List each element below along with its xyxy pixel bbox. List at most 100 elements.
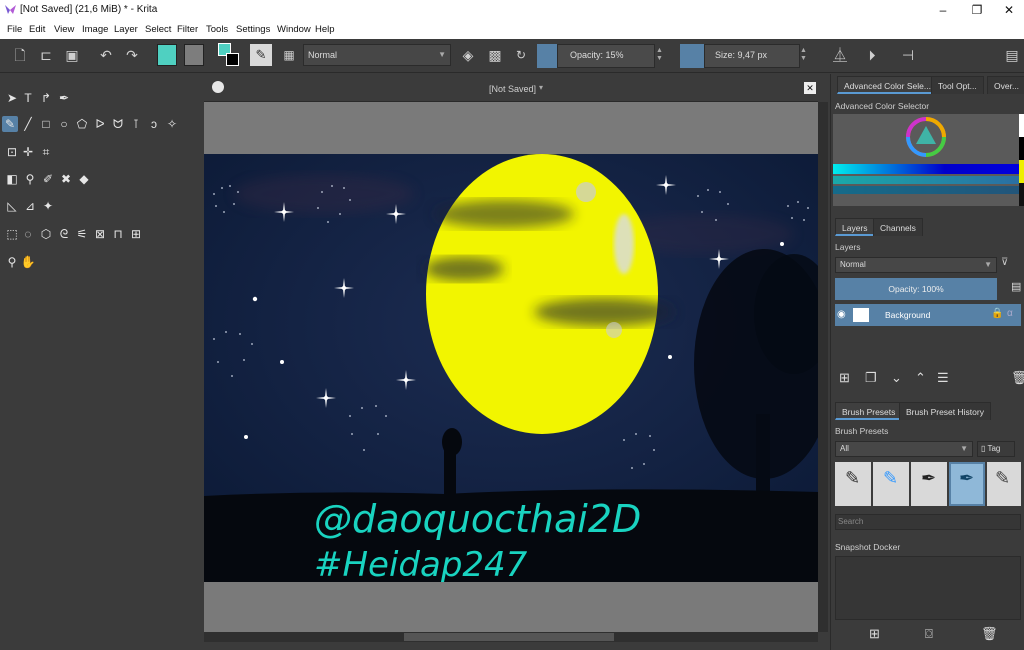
smart-patch-icon[interactable]: ✐ [40, 171, 56, 187]
maximize-button[interactable]: ❐ [962, 1, 992, 19]
horizontal-scrollbar-thumb[interactable] [404, 633, 614, 641]
brush-preset-item[interactable]: ✎ [873, 462, 909, 506]
brush-search-input[interactable]: Search [835, 514, 1021, 530]
add-snapshot-icon[interactable]: ⊞ [869, 626, 880, 642]
blend-mode-select[interactable]: Normal ▼ [303, 44, 451, 66]
close-button[interactable]: ✕ [994, 1, 1024, 19]
camera-icon[interactable]: ⌼ [925, 626, 933, 642]
rect-select-icon[interactable]: ⬚ [4, 226, 20, 242]
menu-edit[interactable]: Edit [29, 24, 45, 35]
brush-preset-item-selected[interactable]: ✒ [949, 462, 985, 506]
brush-preset-item[interactable]: ✎ [987, 462, 1021, 506]
bezier-select-icon[interactable]: ⊓ [110, 226, 126, 242]
bezier-tool-icon[interactable]: ᗢ [110, 116, 126, 132]
menu-file[interactable]: File [7, 24, 22, 35]
line-tool-icon[interactable]: ╱ [20, 116, 36, 132]
magnetic-select-icon[interactable]: ⊞ [128, 226, 144, 242]
dynamic-brush-icon[interactable]: ↄ [146, 116, 162, 132]
polyline-tool-icon[interactable]: ᐅ [92, 116, 108, 132]
menu-tools[interactable]: Tools [206, 24, 228, 35]
color-history-strip[interactable] [1019, 114, 1024, 206]
delete-snapshot-icon[interactable]: 🗑 [981, 626, 998, 642]
saturation-slider[interactable] [833, 176, 1019, 184]
add-layer-icon[interactable]: ⊞ [839, 370, 850, 386]
multibrush-icon[interactable]: ✧ [164, 116, 180, 132]
tab-overview[interactable]: Over... [987, 76, 1024, 94]
edit-shapes-icon[interactable]: ↱ [38, 90, 54, 106]
reload-preset-icon[interactable]: ↻ [511, 45, 531, 65]
menu-help[interactable]: Help [315, 24, 335, 35]
gradient-swatch[interactable] [157, 44, 177, 66]
layer-settings-icon[interactable]: ☰ [937, 370, 949, 386]
move-layer-up-icon[interactable]: ⌃ [915, 370, 926, 386]
color-selector-panel[interactable] [833, 114, 1019, 206]
visibility-eye-icon[interactable]: ◉ [837, 309, 846, 320]
size-spinner-icon[interactable]: ▲ ▼ [800, 47, 807, 63]
layer-opacity-slider[interactable]: Opacity: 100% [835, 278, 997, 300]
vertical-scrollbar[interactable] [818, 102, 828, 632]
mirror-horizontal-icon[interactable]: ⏅ [830, 45, 850, 65]
freehand-brush-icon[interactable]: ✎ [2, 116, 18, 132]
pattern-swatch[interactable] [184, 44, 204, 66]
layer-row-background[interactable]: ◉ Background 🔒 α [835, 304, 1021, 326]
transform-tool-icon[interactable]: ⊡ [4, 144, 20, 160]
freehand-path-icon[interactable]: ⊺ [128, 116, 144, 132]
hue-slider[interactable] [833, 164, 1019, 174]
text-tool-icon[interactable]: T [20, 90, 36, 106]
layer-blend-select[interactable]: Normal ▼ [835, 257, 997, 273]
freehand-select-icon[interactable]: ᘓ [56, 226, 72, 242]
tab-layers[interactable]: Layers [835, 218, 875, 236]
preserve-alpha-icon[interactable]: ▩ [485, 45, 505, 65]
measure-tool-icon[interactable]: ◺ [4, 198, 20, 214]
lock-icon[interactable]: 🔒 [991, 308, 1003, 319]
size-slider[interactable]: Size: 9,47 px [704, 44, 800, 68]
zoom-tool-icon[interactable]: ⚲ [4, 254, 20, 270]
tab-brush-history[interactable]: Brush Preset History [899, 402, 991, 420]
redo-icon[interactable]: ↷ [122, 45, 142, 65]
close-document-icon[interactable]: ✕ [804, 82, 816, 94]
tag-button[interactable]: ▯ Tag [977, 441, 1015, 457]
tab-channels[interactable]: Channels [873, 218, 923, 236]
move-tool-icon[interactable]: ✛ [20, 144, 36, 160]
color-wheel[interactable] [905, 116, 947, 158]
menu-filter[interactable]: Filter [177, 24, 198, 35]
menu-view[interactable]: View [54, 24, 74, 35]
gradient-tool-icon[interactable]: ◧ [4, 171, 20, 187]
color-picker-icon[interactable]: ⚲ [22, 171, 38, 187]
tab-brush-presets[interactable]: Brush Presets [835, 402, 903, 420]
select-shapes-icon[interactable]: ➤ [4, 90, 20, 106]
opacity-spinner-icon[interactable]: ▲ ▼ [656, 47, 663, 63]
menu-settings[interactable]: Settings [236, 24, 270, 35]
pan-tool-icon[interactable]: ✋ [20, 254, 36, 270]
calligraphy-icon[interactable]: ✒ [56, 90, 72, 106]
reference-tool-icon[interactable]: ✦ [40, 198, 56, 214]
duplicate-layer-icon[interactable]: ❐ [865, 370, 877, 386]
fill-tool-icon[interactable]: ◆ [76, 171, 92, 187]
move-layer-down-icon[interactable]: ⌄ [891, 370, 902, 386]
opacity-slider[interactable]: Opacity: 15% [557, 44, 655, 68]
brush-filter-select[interactable]: All ▼ [835, 441, 973, 457]
menu-select[interactable]: Select [145, 24, 171, 35]
value-slider[interactable] [833, 186, 1019, 194]
settings-panel-icon[interactable]: ▤ [1002, 45, 1022, 65]
save-document-icon[interactable]: ▣ [62, 45, 82, 65]
polygon-select-icon[interactable]: ⬡ [38, 226, 54, 242]
ellipse-select-icon[interactable]: ◌ [20, 226, 36, 242]
brush-preset-item[interactable]: ✎ [835, 462, 871, 506]
menu-layer[interactable]: Layer [114, 24, 138, 35]
document-tab-title[interactable]: [Not Saved] [489, 84, 536, 94]
rectangle-tool-icon[interactable]: □ [38, 116, 54, 132]
new-document-icon[interactable]: 🗋 [10, 45, 30, 65]
brush-preset-icon[interactable]: ✎ [250, 44, 272, 66]
grid-icon[interactable]: ▦ [279, 45, 299, 65]
wrap-around-icon[interactable]: ⊣ [898, 45, 918, 65]
alpha-lock-icon[interactable]: α [1007, 308, 1013, 319]
polygon-tool-icon[interactable]: ⬠ [74, 116, 90, 132]
delete-layer-icon[interactable]: 🗑 [1011, 370, 1024, 386]
assistant-tool-icon[interactable]: ⊿ [22, 198, 38, 214]
minimize-button[interactable]: – [928, 1, 958, 19]
horizontal-scrollbar[interactable] [204, 632, 818, 642]
tab-menu-icon[interactable]: ▾ [539, 83, 543, 92]
layer-properties-icon[interactable]: ▤ [1011, 280, 1023, 298]
similar-select-icon[interactable]: ⊠ [92, 226, 108, 242]
